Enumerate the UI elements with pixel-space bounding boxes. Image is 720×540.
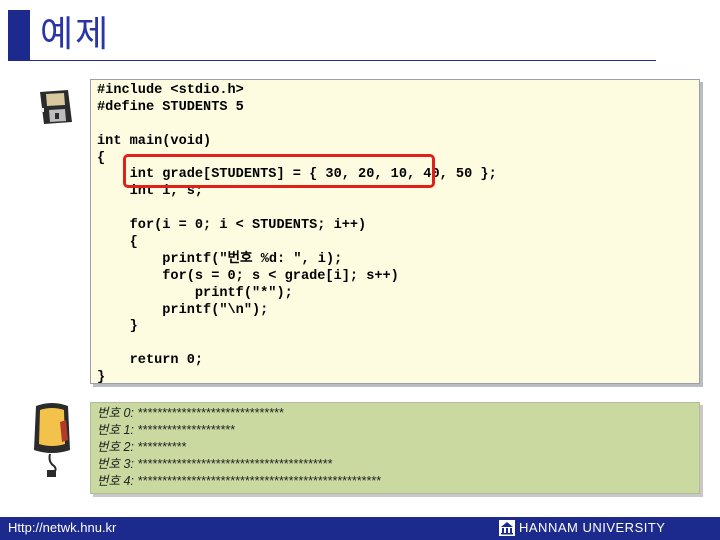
page-title: 예제 (40, 14, 111, 55)
code-line: for(s = 0; s < grade[i]; s++) (97, 268, 399, 284)
output-line: 번호 1: ******************** (97, 423, 235, 437)
code-line: { (97, 235, 138, 251)
title-accent-bar (8, 10, 30, 60)
program-output: 번호 0: ****************************** 번호 1… (90, 402, 700, 494)
output-text: 번호 0: ****************************** 번호 1… (97, 405, 381, 490)
code-line: #include <stdio.h> (97, 83, 244, 98)
output-line: 번호 3: **********************************… (97, 457, 332, 471)
output-line: 번호 2: ********** (97, 440, 187, 454)
code-listing: #include <stdio.h> #define STUDENTS 5 int … (90, 79, 700, 387)
university-name: HANNAM UNIVERSITY (519, 520, 666, 535)
floppy-disk-icon (40, 90, 72, 124)
code-line: printf("번호 %d: ", i); (97, 251, 343, 267)
code-line: } (97, 370, 106, 386)
title-divider (8, 60, 656, 61)
code-line: printf("\n"); (97, 302, 269, 318)
footer-bar: Http://netwk.hnu.kr HANNAM UNIVERSITY (0, 517, 720, 540)
footer-url: Http://netwk.hnu.kr (8, 520, 117, 535)
code-line: printf("*"); (97, 285, 293, 301)
university-logo-icon (499, 520, 515, 536)
code-text: #include <stdio.h> #define STUDENTS 5 int … (97, 83, 497, 387)
output-line: 번호 0: ****************************** (97, 406, 284, 420)
output-line: 번호 4: **********************************… (97, 474, 381, 488)
code-line: int main(void) (97, 133, 212, 149)
code-line: return 0; (97, 353, 204, 369)
array-declaration-highlight (123, 154, 435, 188)
code-line: #define STUDENTS 5 (97, 99, 244, 115)
monitor-icon (34, 403, 70, 477)
code-line: } (97, 319, 138, 335)
code-line: for(i = 0; i < STUDENTS; i++) (97, 218, 367, 234)
